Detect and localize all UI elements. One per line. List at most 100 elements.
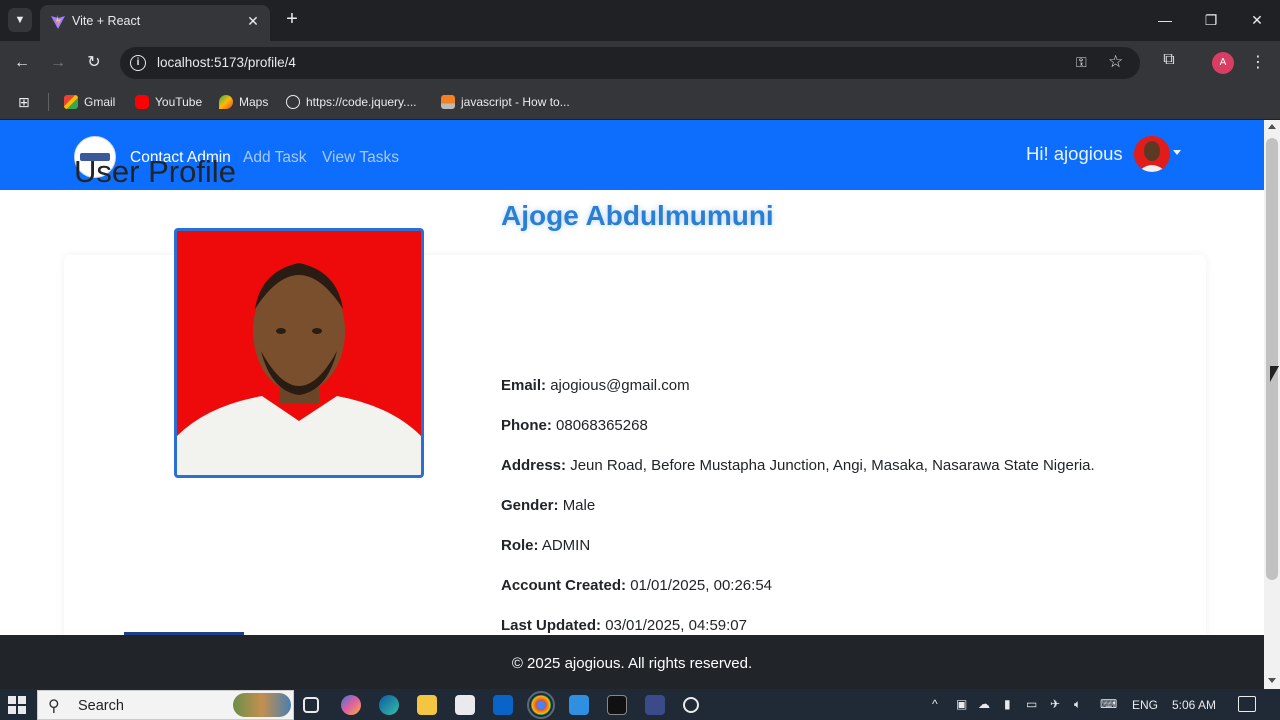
back-icon[interactable]: ← xyxy=(10,51,34,75)
detail-value: Jeun Road, Before Mustapha Junction, Ang… xyxy=(570,457,1095,474)
search-label: Search xyxy=(78,698,124,714)
bookmark-label: https://code.jquery.... xyxy=(306,95,417,109)
key-icon[interactable]: ⚿ xyxy=(1076,54,1096,72)
onedrive-icon[interactable]: ☁ xyxy=(978,697,990,711)
dropdown-caret-icon[interactable] xyxy=(1173,150,1181,155)
bookmark-star-icon[interactable]: ☆ xyxy=(1108,52,1128,72)
detail-label: Address: xyxy=(501,457,567,474)
chrome-icon[interactable] xyxy=(527,691,555,719)
detail-value: ajogious@gmail.com xyxy=(550,377,690,394)
detail-address: Address: Jeun Road, Before Mustapha Junc… xyxy=(501,457,1095,474)
detail-label: Phone: xyxy=(501,417,552,434)
site-info-icon[interactable]: i xyxy=(130,55,146,71)
scroll-down-arrow-icon[interactable] xyxy=(1268,678,1276,683)
detail-role: Role: ADMIN xyxy=(501,537,590,554)
nav-link-add-task[interactable]: Add Task xyxy=(243,149,306,167)
task-view-icon[interactable] xyxy=(303,697,319,713)
bookmark-label: Gmail xyxy=(84,95,116,109)
detail-phone: Phone: 08068365268 xyxy=(501,417,648,434)
forward-icon[interactable]: → xyxy=(46,51,70,75)
detail-label: Role: xyxy=(501,537,539,554)
volume-icon[interactable]: 🔈︎ xyxy=(1074,697,1081,712)
bookmark-youtube[interactable]: YouTube xyxy=(135,93,202,111)
browser-tab-bar: ▼ Vite + React ✕ + — ❐ ✕ xyxy=(0,0,1280,41)
window-close-icon[interactable]: ✕ xyxy=(1242,8,1272,32)
stackoverflow-icon xyxy=(441,95,455,109)
github-icon[interactable] xyxy=(683,697,699,713)
restore-icon[interactable]: ❐ xyxy=(1196,8,1226,32)
bookmarks-divider xyxy=(48,93,49,111)
minimize-icon[interactable]: — xyxy=(1150,8,1180,32)
edge-icon[interactable] xyxy=(379,695,399,715)
tray-overflow-icon[interactable]: ^ xyxy=(932,697,938,711)
address-bar[interactable]: i localhost:5173/profile/4 ⚿ ☆ xyxy=(120,47,1140,79)
detail-label: Email: xyxy=(501,377,547,394)
reload-icon[interactable]: ↻ xyxy=(82,51,106,75)
detail-gender: Gender: Male xyxy=(501,497,595,514)
clock[interactable]: 5:06 AM xyxy=(1172,698,1216,712)
tray-app-icon[interactable]: ▣ xyxy=(956,697,967,711)
browser-profile-avatar[interactable]: A xyxy=(1212,52,1234,74)
bookmark-label: javascript - How to... xyxy=(461,95,570,109)
terminal-icon[interactable] xyxy=(607,695,627,715)
battery-icon[interactable]: ▭ xyxy=(1026,697,1037,711)
globe-icon xyxy=(286,95,300,109)
profile-name: Ajoge Abdulmumuni xyxy=(501,200,774,231)
bookmark-gmail[interactable]: Gmail xyxy=(64,93,115,111)
search-icon: ⚲ xyxy=(48,698,60,715)
youtube-icon xyxy=(135,95,149,109)
network-icon[interactable]: ✈ xyxy=(1050,697,1060,711)
tab-title: Vite + React xyxy=(72,14,141,28)
browser-toolbar: ← → ↻ i localhost:5173/profile/4 ⚿ ☆ ⧉ A… xyxy=(0,41,1280,85)
search-highlight-image xyxy=(233,693,291,717)
detail-label: Last Updated: xyxy=(501,617,602,634)
language-indicator[interactable]: ENG xyxy=(1132,698,1158,712)
bookmark-label: YouTube xyxy=(155,95,203,109)
microphone-icon[interactable]: ▮ xyxy=(1004,697,1011,711)
detail-label: Account Created: xyxy=(501,577,627,594)
notifications-icon[interactable] xyxy=(1238,696,1256,712)
store-icon[interactable] xyxy=(455,695,475,715)
windows-start-icon[interactable] xyxy=(8,696,26,714)
bookmark-label: Maps xyxy=(239,95,269,109)
copilot-icon[interactable] xyxy=(341,695,361,715)
gmail-icon xyxy=(64,95,78,109)
detail-value: Male xyxy=(562,497,596,514)
nav-link-view-tasks[interactable]: View Tasks xyxy=(322,149,399,167)
scrollbar-thumb[interactable] xyxy=(1266,138,1278,580)
new-tab-icon[interactable]: + xyxy=(282,9,302,29)
mouse-cursor-icon xyxy=(1270,366,1279,382)
tab-close-icon[interactable]: ✕ xyxy=(244,12,262,30)
file-explorer-icon[interactable] xyxy=(417,695,437,715)
footer-copyright: © 2025 ajogious. All rights reserved. xyxy=(511,655,753,672)
page-footer: © 2025 ajogious. All rights reserved. xyxy=(0,635,1264,689)
browser-tab[interactable]: Vite + React ✕ xyxy=(40,5,270,41)
keyboard-icon[interactable]: ⌨ xyxy=(1100,697,1117,711)
vscode-icon[interactable] xyxy=(569,695,589,715)
extensions-icon[interactable]: ⧉ xyxy=(1158,51,1180,73)
page-scrollbar[interactable] xyxy=(1264,120,1280,689)
bookmark-stackoverflow[interactable]: javascript - How to... xyxy=(441,93,570,111)
scroll-up-arrow-icon[interactable] xyxy=(1268,124,1276,129)
bookmark-maps[interactable]: Maps xyxy=(219,93,268,111)
detail-last-updated: Last Updated: 03/01/2025, 04:59:07 xyxy=(501,617,747,634)
detail-value: 01/01/2025, 00:26:54 xyxy=(630,577,772,594)
tab-list-button[interactable]: ▼ xyxy=(8,8,32,32)
bookmark-jquery[interactable]: https://code.jquery.... xyxy=(286,93,417,111)
windows-taskbar: ⚲ Search ^ ▣ ☁ ▮ ▭ ✈ 🔈︎ ⌨ ENG 5:06 AM xyxy=(0,689,1280,720)
vite-icon xyxy=(51,15,65,29)
detail-email: Email: ajogious@gmail.com xyxy=(501,377,690,394)
apps-grid-icon[interactable]: ⊞ xyxy=(18,94,34,110)
maps-icon xyxy=(219,95,233,109)
bookmarks-bar: ⊞ Gmail YouTube Maps https://code.jquery… xyxy=(0,85,1280,120)
browser-menu-icon[interactable]: ⋮ xyxy=(1250,51,1266,75)
profile-photo xyxy=(174,228,424,478)
url-text[interactable]: localhost:5173/profile/4 xyxy=(157,55,296,70)
detail-value: 08068365268 xyxy=(556,417,648,434)
detail-value: 03/01/2025, 04:59:07 xyxy=(605,617,747,634)
user-greeting[interactable]: Hi! ajogious xyxy=(1026,143,1123,165)
user-avatar[interactable] xyxy=(1134,136,1170,172)
app-icon[interactable] xyxy=(645,695,665,715)
outlook-icon[interactable] xyxy=(493,695,513,715)
taskbar-search[interactable]: ⚲ Search xyxy=(37,690,294,720)
